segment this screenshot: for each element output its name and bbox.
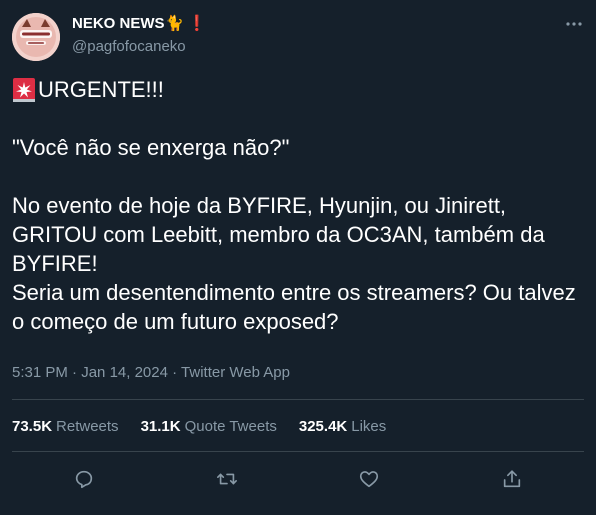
reply-button[interactable] [70, 465, 98, 493]
headline: URGENTE!!! [38, 77, 164, 102]
tweet: NEKO NEWS 🐈 ❗ @pagfofocaneko URGENTE!!! … [0, 0, 596, 515]
author-badges: 🐈 ❗ [165, 14, 207, 32]
avatar[interactable] [12, 13, 60, 61]
quote-tweets-label: Quote Tweets [184, 418, 277, 435]
divider [12, 451, 584, 452]
tweet-stats: 73.5K Retweets 31.1K Quote Tweets 325.4K Li… [12, 418, 408, 435]
retweets-stat[interactable]: 73.5K Retweets [12, 418, 119, 435]
quote-tweets-count: 31.1K [140, 418, 181, 435]
heart-icon [359, 471, 379, 488]
paragraph-2: Seria um desentendimento entre os stream… [12, 280, 576, 334]
retweet-button[interactable] [213, 465, 241, 493]
likes-stat[interactable]: 325.4K Likes [299, 418, 386, 435]
like-button[interactable] [355, 465, 383, 493]
share-icon [503, 470, 521, 488]
meta-separator: · [172, 364, 178, 381]
share-button[interactable] [498, 465, 526, 493]
tweet-date[interactable]: Jan 14, 2024 [81, 364, 168, 381]
author-name[interactable]: NEKO NEWS [72, 15, 165, 32]
retweet-icon [217, 473, 237, 485]
cat-emoji: 🐈 [165, 15, 184, 32]
divider [12, 399, 584, 400]
tweet-text: URGENTE!!! "Você não se enxerga não?" No… [12, 75, 582, 336]
more-dots-icon [566, 22, 582, 26]
quote-tweets-stat[interactable]: 31.1K Quote Tweets [141, 418, 277, 435]
meta-separator: · [72, 364, 78, 381]
quote-line: "Você não se enxerga não?" [12, 135, 290, 160]
paragraph-1: No evento de hoje da BYFIRE, Hyunjin, ou… [12, 193, 545, 276]
likes-label: Likes [351, 418, 387, 435]
headline-line: URGENTE!!! [12, 75, 582, 104]
retweets-label: Retweets [56, 418, 119, 435]
exclamation-emoji: ❗ [187, 15, 207, 32]
tweet-source: Twitter Web App [181, 364, 290, 381]
more-options-button[interactable] [562, 12, 586, 36]
action-bar [0, 465, 596, 493]
likes-count: 325.4K [298, 418, 348, 435]
neko-news-logo [12, 13, 60, 61]
rotating-light-icon [13, 77, 35, 102]
tweet-meta: 5:31 PM · Jan 14, 2024 · Twitter Web App [12, 364, 290, 381]
tweet-time[interactable]: 5:31 PM [12, 364, 68, 381]
retweets-count: 73.5K [12, 418, 53, 435]
reply-icon [75, 470, 93, 489]
author-handle[interactable]: @pagfofocaneko [72, 38, 186, 55]
